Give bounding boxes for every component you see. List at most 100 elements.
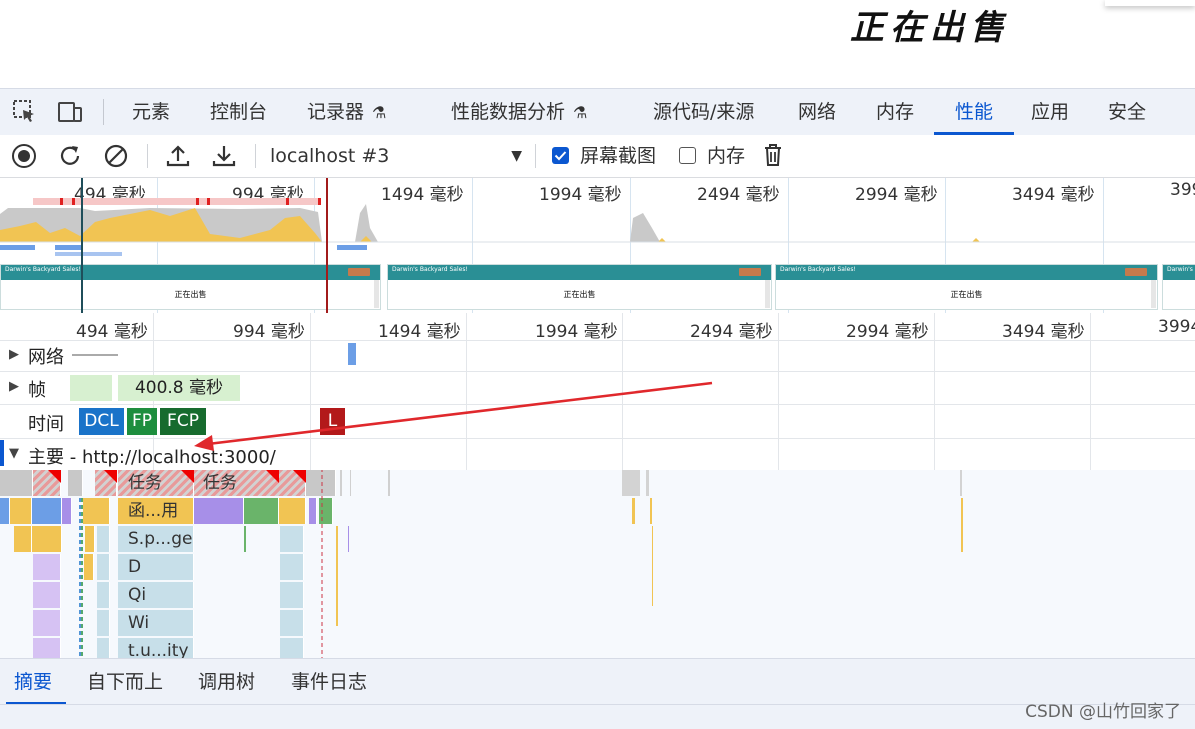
long-task-marker — [318, 198, 321, 205]
filmstrip-screenshot[interactable]: Darwin's Backyard Sales! 正在出售 — [775, 264, 1158, 310]
tab-performance-insights[interactable]: 性能数据分析 ⚗ — [449, 89, 589, 135]
screenshot-text: 正在出售 — [563, 290, 596, 299]
long-task-marker — [286, 198, 289, 205]
tab-bottom-up[interactable]: 自下而上 — [87, 659, 163, 705]
screenshots-label[interactable]: 屏幕截图 — [580, 141, 656, 171]
cpu-activity-chart — [0, 198, 1195, 256]
tab-label: 记录器 — [307, 101, 365, 123]
long-task-marker — [196, 198, 199, 205]
screenshot-header: Darwin's Backyard Sales! — [1, 265, 380, 280]
tab-recorder[interactable]: 记录器 ⚗ — [305, 89, 388, 135]
reload-icon[interactable] — [57, 143, 83, 169]
selection-start-handle[interactable] — [81, 178, 83, 313]
network-bar — [55, 245, 82, 250]
memory-label[interactable]: 内存 — [707, 141, 745, 171]
tab-label: 调用树 — [198, 671, 256, 693]
dropdown-arrow-icon: ▼ — [511, 148, 522, 164]
tab-label: 安全 — [1108, 101, 1147, 123]
long-task-marker — [72, 198, 75, 205]
tab-label: 控制台 — [210, 101, 268, 123]
toolbar-separator — [535, 144, 536, 168]
bottom-panel-tabbar: 摘要 自下而上 调用树 事件日志 — [0, 658, 1195, 705]
tab-summary[interactable]: 摘要 — [6, 659, 67, 705]
drawer-tabbar — [0, 704, 1195, 729]
screenshot-scrollbar — [765, 280, 770, 308]
screenshot-text: 正在出售 — [950, 290, 983, 299]
tab-label: 元素 — [132, 101, 171, 123]
timeline-overview[interactable]: 494 毫秒 994 毫秒 1494 毫秒 1994 毫秒 2494 毫秒 29… — [0, 178, 1195, 314]
download-icon[interactable] — [211, 143, 237, 169]
screenshot-title: Darwin's Backyard Sales! — [1167, 266, 1195, 273]
tab-network[interactable]: 网络 — [796, 89, 838, 135]
screenshot-button — [348, 268, 370, 276]
screenshot-text: 正在出售 — [174, 290, 207, 299]
memory-checkbox[interactable] — [679, 147, 696, 164]
flask-icon: ⚗ — [573, 103, 588, 122]
tab-event-log[interactable]: 事件日志 — [291, 659, 367, 705]
toolbar-separator — [255, 144, 256, 168]
idle-area — [355, 204, 378, 242]
tab-label: 自下而上 — [87, 671, 164, 693]
tab-elements[interactable]: 元素 — [130, 89, 172, 135]
long-task-strip — [33, 198, 321, 205]
screenshot-header: Darwin's Backyard Sales! — [1163, 265, 1195, 280]
idle-area — [630, 213, 660, 242]
tab-label: 应用 — [1031, 101, 1070, 123]
devtools-tabbar: 元素 控制台 记录器 ⚗ 性能数据分析 ⚗ 源代码/来源 网络 内存 性能 应用 安… — [0, 88, 1195, 136]
tab-label: 网络 — [798, 101, 837, 123]
selection-end-handle[interactable] — [326, 178, 328, 313]
filmstrip-screenshot[interactable]: Darwin's Backyard Sales! 正在出售 — [0, 264, 381, 310]
clear-icon[interactable] — [103, 143, 129, 169]
performance-toolbar: localhost #3 ▼ 屏幕截图 内存 — [0, 135, 1195, 178]
long-task-marker — [207, 198, 210, 205]
scripting-area — [658, 238, 666, 242]
scripting-area — [972, 238, 980, 242]
screenshot-title: Darwin's Backyard Sales! — [5, 266, 81, 273]
tab-security[interactable]: 安全 — [1106, 89, 1148, 135]
page-heading: 正在出售 — [850, 8, 1010, 48]
watermark: CSDN @山竹回家了 — [1025, 702, 1181, 722]
screenshot-scrollbar — [1151, 280, 1156, 308]
screenshot-button — [739, 268, 761, 276]
network-bar — [55, 252, 122, 256]
inspect-element-icon[interactable] — [12, 99, 38, 125]
record-icon[interactable] — [11, 143, 37, 169]
long-task-marker — [60, 198, 63, 205]
annotation-arrow — [194, 381, 713, 451]
screenshot-title: Darwin's Backyard Sales! — [780, 266, 856, 273]
screenshot-header: Darwin's Backyard Sales! — [776, 265, 1157, 280]
filmstrip-screenshot[interactable]: Darwin's Backyard Sales! — [1162, 264, 1195, 310]
upload-icon[interactable] — [165, 143, 191, 169]
page-viewport — [0, 0, 1195, 88]
corner-shadow — [1105, 0, 1195, 6]
toolbar-separator — [103, 99, 104, 125]
tab-label: 源代码/来源 — [653, 101, 755, 123]
checkmark-icon — [554, 151, 567, 161]
network-bar — [0, 245, 35, 250]
trash-icon[interactable] — [760, 142, 786, 168]
tab-label: 内存 — [876, 101, 915, 123]
tab-label: 摘要 — [14, 671, 53, 693]
tab-label: 事件日志 — [291, 671, 368, 693]
tab-call-tree[interactable]: 调用树 — [198, 659, 255, 705]
tab-label: 性能数据分析 — [451, 101, 566, 123]
screenshot-scrollbar — [374, 280, 379, 308]
filmstrip-screenshot[interactable]: Darwin's Backyard Sales! 正在出售 — [387, 264, 772, 310]
network-bar — [337, 245, 367, 250]
toolbar-separator — [147, 144, 148, 168]
tab-memory[interactable]: 内存 — [874, 89, 916, 135]
screenshots-checkbox[interactable] — [552, 147, 569, 164]
tab-label: 性能 — [954, 101, 993, 123]
flask-icon: ⚗ — [372, 103, 387, 122]
timeline-flamechart[interactable]: 494 毫秒 994 毫秒 1494 毫秒 1994 毫秒 2494 毫秒 29… — [0, 313, 1195, 658]
tab-application[interactable]: 应用 — [1029, 89, 1071, 135]
tab-console[interactable]: 控制台 — [208, 89, 269, 135]
recording-select[interactable]: localhost #3 ▼ — [270, 140, 525, 172]
tab-performance[interactable]: 性能 — [934, 89, 1014, 135]
screenshot-title: Darwin's Backyard Sales! — [392, 266, 468, 273]
device-toolbar-icon[interactable] — [57, 99, 83, 125]
screenshot-button — [1125, 268, 1147, 276]
recording-select-value: localhost #3 — [270, 145, 390, 167]
screenshot-header: Darwin's Backyard Sales! — [388, 265, 771, 280]
tab-sources[interactable]: 源代码/来源 — [651, 89, 756, 135]
